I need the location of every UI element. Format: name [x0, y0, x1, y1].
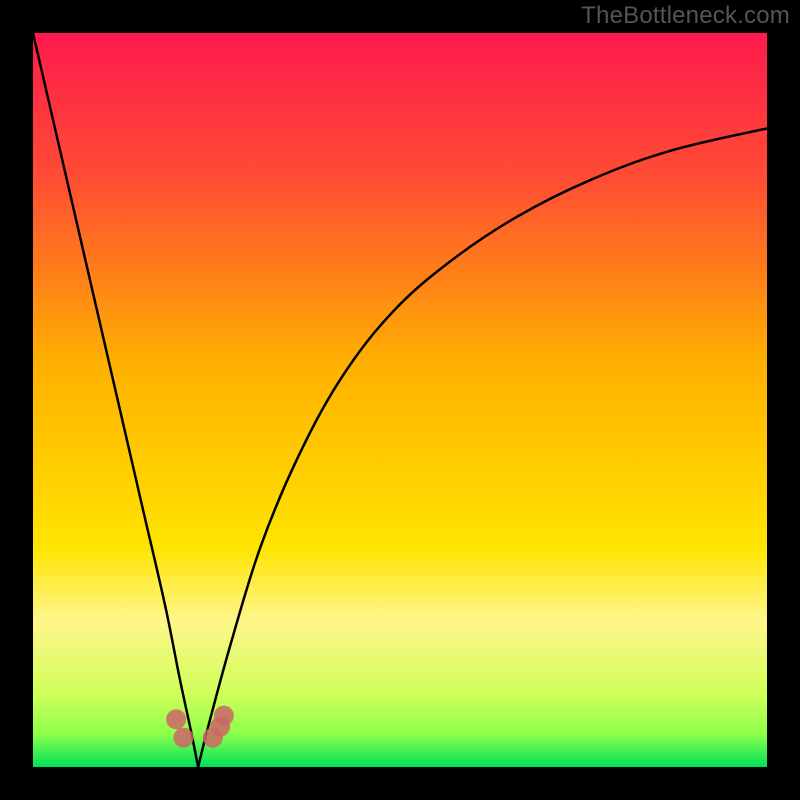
chart-frame: TheBottleneck.com: [0, 0, 800, 800]
plot-area: [33, 33, 767, 767]
watermark-text: TheBottleneck.com: [581, 2, 790, 30]
gradient-background: [33, 33, 767, 767]
bottleneck-curve-chart: [33, 33, 767, 767]
dip-marker: [173, 728, 193, 748]
dip-marker: [166, 709, 186, 729]
dip-marker: [214, 706, 234, 726]
